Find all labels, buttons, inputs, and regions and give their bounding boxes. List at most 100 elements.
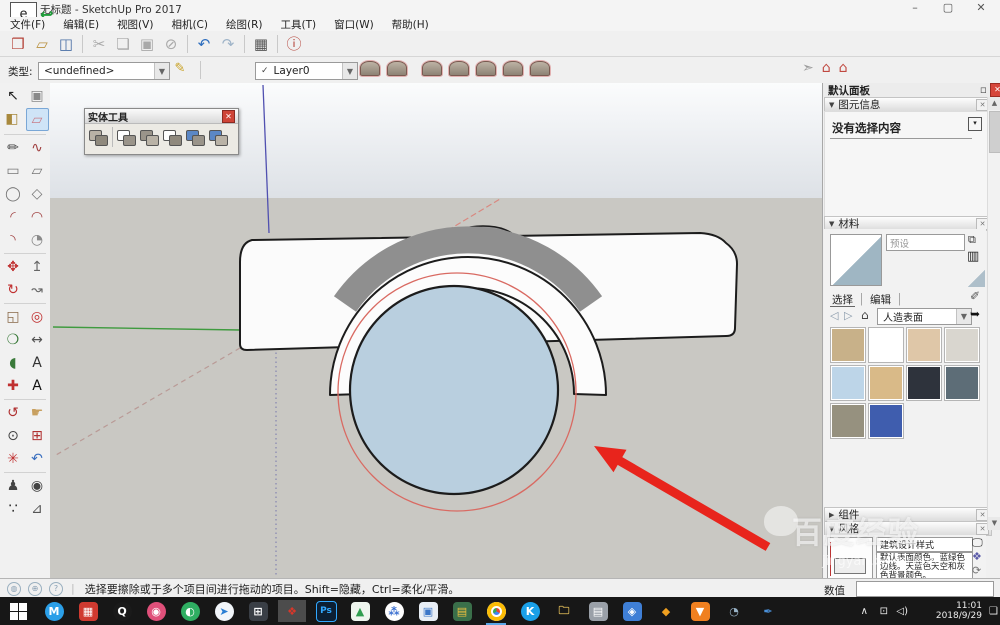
orange-app-icon[interactable]: ◆ (652, 600, 680, 622)
blue-shirt-app-icon[interactable]: ◈ (618, 600, 646, 622)
from-scratch-icon[interactable] (387, 61, 407, 76)
tab-select[interactable]: 选择 (830, 294, 855, 307)
geolocation-icon[interactable]: ◍ (7, 581, 21, 596)
redo-icon[interactable]: ↷ (216, 33, 240, 54)
outer-shell-icon[interactable] (89, 128, 108, 146)
split-icon[interactable] (209, 128, 228, 146)
action-center-icon[interactable]: ❑ (989, 597, 998, 625)
measurements-input[interactable] (856, 581, 994, 597)
open-file-icon[interactable]: ▱ (30, 33, 54, 54)
material-swatch[interactable] (830, 403, 866, 439)
material-swatch[interactable] (906, 365, 942, 401)
tray-clock[interactable]: 11:01 2018/9/29 (936, 597, 982, 625)
arc-tool[interactable]: ◜ (3, 206, 24, 227)
scroll-down-icon[interactable]: ▼ (988, 517, 1000, 530)
zoom-extents-tool[interactable]: ✳ (3, 448, 24, 469)
intersect-icon[interactable] (117, 128, 136, 146)
material-swatch[interactable] (830, 327, 866, 363)
forward-icon[interactable]: ▷ (844, 309, 852, 322)
menu-item-1[interactable]: 编辑(E) (61, 17, 101, 32)
look-around-tool[interactable]: ◉ (27, 475, 48, 496)
pink-circle-app-icon[interactable]: ◉ (142, 600, 170, 622)
style-name-field[interactable]: 建筑设计样式 (876, 537, 973, 552)
pin-app-icon[interactable]: ✒ (754, 600, 782, 622)
toggle-details-icon[interactable]: ▾ (968, 117, 982, 131)
menu-item-6[interactable]: 窗口(W) (332, 17, 376, 32)
panel-scrollbar[interactable]: ▲ ▼ (987, 97, 1000, 530)
kugou-icon[interactable]: K (516, 600, 544, 622)
orbit-tool[interactable]: ↺ (3, 402, 24, 423)
paint-bucket-tool[interactable]: ◧ (2, 108, 23, 129)
edit-classifier-icon[interactable]: ✎ (170, 61, 190, 79)
rotated-rectangle-tool[interactable]: ▱ (27, 160, 48, 181)
material-swatch[interactable] (944, 327, 980, 363)
zoom-tool[interactable]: ⊙ (3, 425, 24, 446)
menu-item-0[interactable]: 文件(F) (8, 17, 47, 32)
styles-header[interactable]: ▼ 风格 ✕ (824, 521, 992, 536)
modeling-viewport[interactable] (50, 83, 822, 578)
components-header[interactable]: ▶ 组件 ✕ (824, 507, 992, 522)
display-in-model-icon[interactable]: ⧉ (968, 233, 976, 247)
details-arrow-icon[interactable]: ➥ (970, 307, 980, 321)
qq-icon[interactable]: Q (108, 600, 136, 622)
entity-info-header[interactable]: ▼ 图元信息 ✕ (824, 97, 992, 112)
get-models-icon[interactable]: ⌂ (822, 60, 831, 76)
back-icon[interactable]: ◁ (830, 309, 838, 322)
circle-tool[interactable]: ◯ (3, 183, 24, 204)
material-name-field[interactable]: 预设 (890, 236, 909, 250)
pin-icon[interactable]: ▫ (980, 84, 987, 96)
tray-close-icon[interactable]: ✕ (990, 83, 1000, 97)
text-tool[interactable]: A (27, 352, 48, 373)
push-pull-tool[interactable]: ↥ (27, 256, 48, 277)
menu-item-7[interactable]: 帮助(H) (390, 17, 431, 32)
position-camera-tool[interactable]: ♟ (3, 475, 24, 496)
tape-measure-tool[interactable]: ❍ (3, 329, 24, 350)
create-material-icon[interactable]: ▥ (967, 249, 979, 264)
select-cursor-icon[interactable]: ➣ (802, 60, 814, 76)
move-tool[interactable]: ✥ (3, 256, 24, 277)
pie-tool[interactable]: ◔ (27, 229, 48, 250)
eraser-tool[interactable]: ▱ (25, 108, 49, 131)
security-shield-icon[interactable]: ▼ (686, 600, 714, 622)
smoove-icon[interactable] (422, 61, 442, 76)
rotate-tool[interactable]: ↻ (3, 279, 24, 300)
chrome-icon[interactable] (482, 600, 510, 625)
dimension-tool[interactable]: ↔ (27, 329, 48, 350)
follow-me-tool[interactable]: ↝ (27, 279, 48, 300)
from-contours-icon[interactable] (360, 61, 380, 76)
display-style-icon[interactable]: 🖵 (972, 536, 983, 550)
network-icon[interactable]: ⊡ (880, 597, 888, 625)
pan-tool[interactable]: ☛ (27, 402, 48, 423)
polygon-tool[interactable]: ◇ (27, 183, 48, 204)
subtract-icon[interactable] (163, 128, 182, 146)
cut-icon[interactable]: ✂ (87, 33, 111, 54)
walk-tool[interactable]: ∵ (3, 498, 24, 519)
screenshot-app-icon[interactable]: ▣ (414, 600, 442, 622)
dish-app-icon[interactable]: ◔ (720, 600, 748, 622)
copy-icon[interactable]: ❏ (111, 33, 135, 54)
home-icon[interactable]: ⌂ (861, 308, 869, 322)
select-tool[interactable]: ↖ (3, 85, 24, 106)
close-button[interactable]: ✕ (969, 1, 993, 15)
trim-icon[interactable] (186, 128, 205, 146)
rectangle-tool[interactable]: ▭ (3, 160, 24, 181)
material-swatch[interactable] (868, 403, 904, 439)
menu-item-3[interactable]: 相机(C) (169, 17, 210, 32)
type-dropdown[interactable]: <undefined> ▼ (38, 62, 170, 80)
blue-circle-app-icon[interactable]: M (40, 600, 68, 622)
drape-icon[interactable] (476, 61, 496, 76)
line-tool[interactable]: ✏ (3, 137, 24, 158)
freehand-tool[interactable]: ∿ (27, 137, 48, 158)
union-icon[interactable] (140, 128, 159, 146)
paste-icon[interactable]: ▣ (135, 33, 159, 54)
save-icon[interactable]: ◫ (54, 33, 78, 54)
three-point-arc-tool[interactable]: ◝ (3, 229, 24, 250)
red-square-app-icon[interactable]: ▦ (74, 600, 102, 622)
thunder-bird-icon[interactable]: ➤ (210, 600, 238, 622)
style-mix-icon[interactable]: ❖ (972, 550, 982, 563)
add-detail-icon[interactable] (503, 61, 523, 76)
layer-dropdown[interactable]: ✓ Layer0 ▼ (255, 62, 358, 80)
material-swatch[interactable] (868, 327, 904, 363)
material-swatch[interactable] (830, 365, 866, 401)
protractor-tool[interactable]: ◖ (3, 352, 24, 373)
